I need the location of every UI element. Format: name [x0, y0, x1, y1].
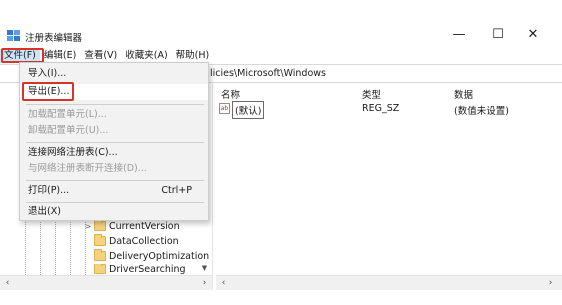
value-name: (默认): [232, 101, 265, 119]
folder-icon: [94, 249, 106, 261]
menu-edit[interactable]: 编辑(E): [40, 49, 80, 63]
column-header-name[interactable]: 名称: [221, 87, 240, 101]
menu-separator: [26, 202, 204, 203]
export-highlight-box: [22, 82, 74, 101]
tree-item[interactable]: DeliveryOptimization: [84, 249, 209, 263]
tree-item-label: DataCollection: [109, 235, 179, 247]
scroll-left-arrow-icon[interactable]: ‹: [216, 276, 231, 291]
expand-chevron-icon[interactable]: >: [84, 222, 92, 231]
menu-item-exit[interactable]: 退出(X): [20, 204, 208, 220]
tree-item[interactable]: DriverSearching: [84, 264, 186, 274]
folder-icon: [94, 264, 106, 274]
tree-item[interactable]: > CurrentVersion: [84, 219, 180, 233]
menu-item-print[interactable]: 打印(P)... Ctrl+P: [20, 183, 208, 199]
tree-item-label: CurrentVersion: [109, 220, 180, 232]
menu-item-disconnect-network-registry[interactable]: 与网络注册表断开连接(D)...: [20, 161, 208, 177]
list-horizontal-scrollbar[interactable]: ‹ ›: [216, 275, 562, 290]
menu-item-print-label: 打印(P)...: [28, 185, 70, 196]
scroll-left-arrow-icon[interactable]: ‹: [0, 276, 15, 291]
registry-editor-icon: [7, 30, 20, 41]
menu-separator: [26, 142, 204, 143]
value-data: (数值未设置): [454, 106, 509, 117]
menu-view[interactable]: 查看(V): [80, 49, 121, 63]
menu-bar: 文件(F) 编辑(E) 查看(V) 收藏夹(A) 帮助(H): [0, 49, 562, 63]
string-value-icon: ab: [219, 103, 230, 114]
menu-separator: [26, 104, 204, 105]
menu-help[interactable]: 帮助(H): [172, 49, 214, 63]
menu-favorites[interactable]: 收藏夹(A): [121, 49, 171, 63]
list-row[interactable]: ab (默认) REG_SZ (数值未设置): [216, 101, 562, 119]
scroll-right-arrow-icon[interactable]: ›: [543, 276, 558, 291]
print-shortcut: Ctrl+P: [161, 185, 192, 196]
folder-icon: [94, 234, 106, 246]
folder-icon: [94, 219, 106, 231]
menu-item-import[interactable]: 导入(I)...: [20, 66, 208, 82]
close-button[interactable]: ✕: [513, 22, 553, 46]
tree-item-label: DeliveryOptimization: [109, 250, 210, 262]
scroll-right-arrow-icon[interactable]: ›: [197, 276, 212, 291]
window-title: 注册表编辑器: [25, 33, 83, 44]
menu-separator: [26, 180, 204, 181]
list-header: 名称 类型 数据: [216, 86, 562, 101]
menu-item-load-hive[interactable]: 加载配置单元(L)...: [20, 107, 208, 123]
file-menu-highlight-box: [1, 48, 44, 63]
tree-item[interactable]: DataCollection: [84, 234, 179, 248]
column-header-data[interactable]: 数据: [454, 87, 473, 101]
scroll-down-arrow-icon[interactable]: ▼: [198, 262, 211, 275]
value-type: REG_SZ: [362, 103, 400, 114]
minimize-button[interactable]: —: [439, 22, 479, 46]
values-list: 名称 类型 数据 ab (默认) REG_SZ (数值未设置): [216, 84, 562, 275]
maximize-button[interactable]: ☐: [478, 22, 518, 46]
menu-item-unload-hive[interactable]: 卸载配置单元(U)...: [20, 123, 208, 139]
menu-item-connect-network-registry[interactable]: 连接网络注册表(C)...: [20, 145, 208, 161]
tree-item-label: DriverSearching: [109, 264, 186, 274]
title-bar: 注册表编辑器 — ☐ ✕: [0, 0, 562, 50]
column-header-type[interactable]: 类型: [362, 87, 381, 101]
tree-horizontal-scrollbar[interactable]: ‹ ›: [0, 275, 212, 290]
address-path: licies\Microsoft\Windows: [210, 68, 326, 79]
